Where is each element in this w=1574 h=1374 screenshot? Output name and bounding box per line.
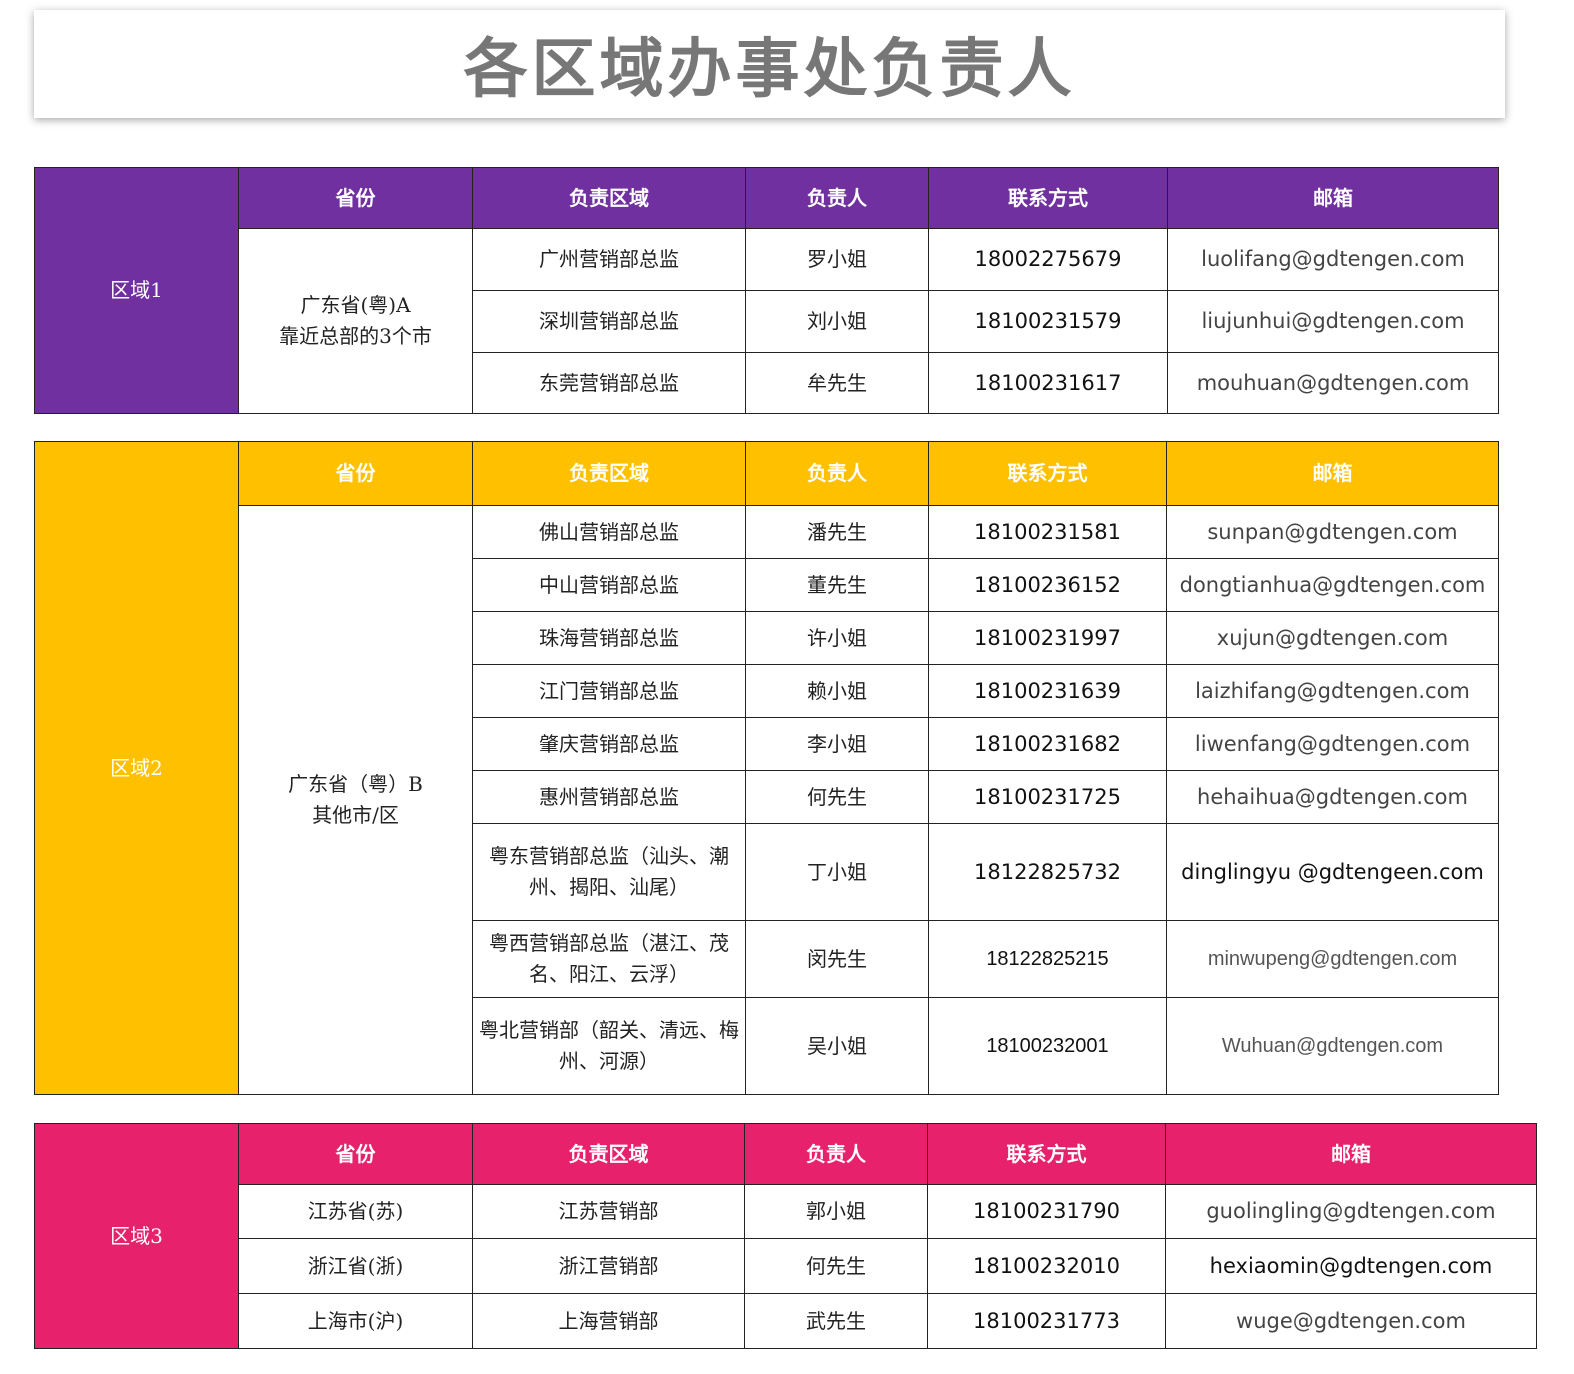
area-cell: 广州营销部总监 — [472, 228, 746, 291]
person-cell: 丁小姐 — [745, 823, 929, 921]
person-cell: 潘先生 — [745, 505, 929, 559]
province-cell: 江苏省(苏) — [238, 1184, 473, 1239]
person-cell: 武先生 — [744, 1293, 928, 1349]
header-email: 邮箱 — [1165, 1123, 1537, 1185]
person-cell: 董先生 — [745, 558, 929, 612]
region1-table: 区域1 省份 负责区域 负责人 联系方式 邮箱 广东省(粤)A 靠近总部的3个市… — [34, 167, 1499, 414]
area-cell: 佛山营销部总监 — [472, 505, 746, 559]
person-cell: 郭小姐 — [744, 1184, 928, 1239]
header-province: 省份 — [238, 167, 473, 229]
table-row: 浙江省(浙) 浙江营销部 何先生 18100232010 hexiaomin@g… — [35, 1238, 1537, 1294]
email-cell: guolingling@gdtengen.com — [1165, 1184, 1537, 1239]
area-cell: 江苏营销部 — [472, 1184, 745, 1239]
header-area: 负责区域 — [472, 441, 746, 506]
table-row: 上海市(沪) 上海营销部 武先生 18100231773 wuge@gdteng… — [35, 1293, 1537, 1349]
page-title: 各区域办事处负责人 — [463, 33, 1076, 107]
table-row: 广东省（粤）B 其他市/区 佛山营销部总监 潘先生 18100231581 su… — [35, 505, 1499, 1095]
person-cell: 罗小姐 — [745, 228, 929, 291]
area-cell: 深圳营销部总监 — [472, 290, 746, 353]
phone-cell: 18100232010 — [927, 1238, 1166, 1294]
email-cell: dinglingyu @gdtengeen.com — [1166, 823, 1499, 921]
email-cell: liujunhui@gdtengen.com — [1167, 290, 1499, 353]
region2-table: 区域2 省份 负责区域 负责人 联系方式 邮箱 广东省（粤）B 其他市/区 佛山… — [34, 441, 1499, 1095]
area-cell: 粤东营销部总监（汕头、潮州、揭阳、汕尾） — [472, 823, 746, 921]
header-email: 邮箱 — [1166, 441, 1499, 506]
region2-name: 区域2 — [34, 441, 239, 1095]
header-area: 负责区域 — [472, 167, 746, 229]
province-cell: 上海市(沪) — [238, 1293, 473, 1349]
email-cell: sunpan@gdtengen.com — [1166, 505, 1499, 559]
province-line1: 广东省（粤）B — [288, 772, 423, 796]
phone-cell: 18122825215 — [928, 920, 1167, 998]
person-cell: 牟先生 — [745, 352, 929, 414]
email-cell: dongtianhua@gdtengen.com — [1166, 558, 1499, 612]
phone-cell: 18100231581 — [928, 505, 1167, 559]
person-cell: 闵先生 — [745, 920, 929, 998]
header-contact: 联系方式 — [928, 167, 1168, 229]
header-contact: 联系方式 — [928, 441, 1167, 506]
email-cell: xujun@gdtengen.com — [1166, 611, 1499, 665]
phone-cell: 18002275679 — [928, 228, 1168, 291]
region3-name: 区域3 — [34, 1123, 239, 1349]
phone-cell: 18100231997 — [928, 611, 1167, 665]
email-cell: mouhuan@gdtengen.com — [1167, 352, 1499, 414]
title-banner: 各区域办事处负责人 — [34, 10, 1505, 118]
header-area: 负责区域 — [472, 1123, 745, 1185]
person-cell: 何先生 — [744, 1238, 928, 1294]
phone-cell: 18100231725 — [928, 770, 1167, 824]
phone-cell: 18100231682 — [928, 717, 1167, 771]
region2-province: 广东省（粤）B 其他市/区 — [238, 505, 473, 1095]
email-cell: Wuhuan@gdtengen.com — [1166, 997, 1499, 1095]
area-cell: 肇庆营销部总监 — [472, 717, 746, 771]
province-cell: 浙江省(浙) — [238, 1238, 473, 1294]
person-cell: 刘小姐 — [745, 290, 929, 353]
header-province: 省份 — [238, 441, 473, 506]
phone-cell: 18100236152 — [928, 558, 1167, 612]
header-person: 负责人 — [745, 167, 929, 229]
area-cell: 惠州营销部总监 — [472, 770, 746, 824]
person-cell: 吴小姐 — [745, 997, 929, 1095]
area-cell: 东莞营销部总监 — [472, 352, 746, 414]
header-person: 负责人 — [745, 441, 929, 506]
area-cell: 粤北营销部（韶关、清远、梅州、河源） — [472, 997, 746, 1095]
email-cell: liwenfang@gdtengen.com — [1166, 717, 1499, 771]
table-row: 江苏省(苏) 江苏营销部 郭小姐 18100231790 guolingling… — [35, 1184, 1537, 1239]
email-cell: hehaihua@gdtengen.com — [1166, 770, 1499, 824]
region1-name: 区域1 — [34, 167, 239, 414]
email-cell: luolifang@gdtengen.com — [1167, 228, 1499, 291]
header-email: 邮箱 — [1167, 167, 1499, 229]
phone-cell: 18100231579 — [928, 290, 1168, 353]
header-contact: 联系方式 — [927, 1123, 1166, 1185]
region1-province: 广东省(粤)A 靠近总部的3个市 — [238, 228, 473, 414]
phone-cell: 18100232001 — [928, 997, 1167, 1095]
header-person: 负责人 — [744, 1123, 928, 1185]
email-cell: laizhifang@gdtengen.com — [1166, 664, 1499, 718]
area-cell: 上海营销部 — [472, 1293, 745, 1349]
province-line2: 靠近总部的3个市 — [279, 324, 432, 348]
region3-table: 区域3 省份 负责区域 负责人 联系方式 邮箱 江苏省(苏) 江苏营销部 郭小姐… — [34, 1123, 1537, 1349]
province-line1: 广东省(粤)A — [300, 293, 411, 317]
province-line2: 其他市/区 — [312, 803, 399, 827]
phone-cell: 18100231639 — [928, 664, 1167, 718]
phone-cell: 18100231773 — [927, 1293, 1166, 1349]
person-cell: 何先生 — [745, 770, 929, 824]
phone-cell: 18100231790 — [927, 1184, 1166, 1239]
table-row: 广东省(粤)A 靠近总部的3个市 广州营销部总监 罗小姐 18002275679… — [35, 228, 1499, 414]
phone-cell: 18122825732 — [928, 823, 1167, 921]
person-cell: 许小姐 — [745, 611, 929, 665]
header-province: 省份 — [238, 1123, 473, 1185]
person-cell: 李小姐 — [745, 717, 929, 771]
area-cell: 浙江营销部 — [472, 1238, 745, 1294]
area-cell: 粤西营销部总监（湛江、茂名、阳江、云浮） — [472, 920, 746, 998]
area-cell: 中山营销部总监 — [472, 558, 746, 612]
area-cell: 珠海营销部总监 — [472, 611, 746, 665]
email-cell: hexiaomin@gdtengen.com — [1165, 1238, 1537, 1294]
person-cell: 赖小姐 — [745, 664, 929, 718]
area-cell: 江门营销部总监 — [472, 664, 746, 718]
email-cell: wuge@gdtengen.com — [1165, 1293, 1537, 1349]
email-cell: minwupeng@gdtengen.com — [1166, 920, 1499, 998]
phone-cell: 18100231617 — [928, 352, 1168, 414]
